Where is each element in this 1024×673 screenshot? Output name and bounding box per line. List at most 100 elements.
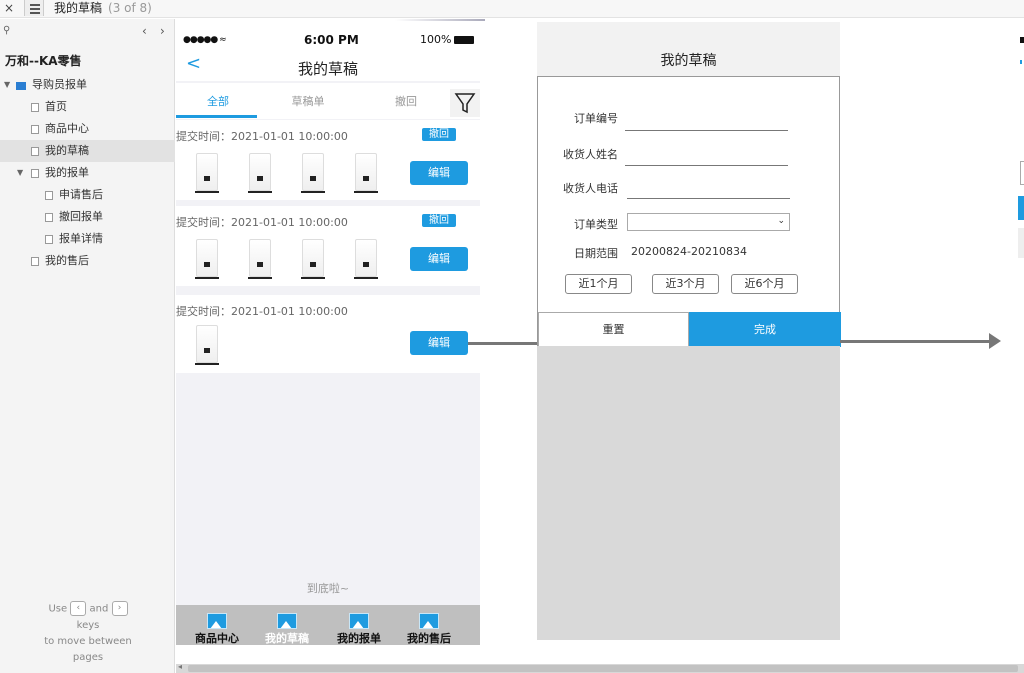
sidebar: ⚲ ‹ › 万和--KA零售 ▼ 导购员报单首页商品中心 我的草稿 ▼ 我的报单 申请售后… — [0, 19, 175, 673]
folder-icon — [16, 82, 26, 90]
filter-icon[interactable] — [450, 89, 480, 117]
arrow-head-icon — [989, 333, 1001, 349]
sidebar-item[interactable]: 商品中心 — [0, 118, 175, 140]
sidebar-item[interactable]: 撤回报单 — [0, 206, 175, 228]
sidebar-item[interactable]: 报单详情 — [0, 228, 175, 250]
screen-title: 我的草稿 — [297, 60, 358, 78]
sidebar-item[interactable]: 申请售后 — [0, 184, 175, 206]
draft-card: 提交时间：2021-01-01 10:00:00 撤回 编辑 — [176, 120, 480, 200]
tab-withdrawn[interactable]: 撤回 — [366, 93, 446, 109]
signal-icon: ●●●●● ≈ — [183, 35, 227, 45]
canvas-connector-stub — [395, 19, 485, 21]
sidebar-item[interactable]: 首页 — [0, 96, 175, 118]
page-title: 我的草稿 (3 of 8) — [54, 0, 152, 16]
edit-button[interactable]: 编辑 — [410, 247, 468, 271]
receiver-phone-field[interactable] — [627, 198, 790, 199]
next-screen-partial — [1018, 25, 1024, 640]
done-button[interactable]: 完成 — [689, 312, 841, 347]
sidebar-item-label: 首页 — [45, 100, 67, 113]
page-count: (3 of 8) — [108, 1, 152, 15]
receiver-name-label: 收货人姓名 — [563, 148, 618, 161]
document-toolbar: × 我的草稿 (3 of 8) — [0, 0, 1024, 18]
receiver-name-field[interactable] — [625, 165, 788, 166]
search-icon[interactable]: ⚲ — [3, 25, 10, 36]
page-icon — [45, 235, 53, 244]
product-thumbnail — [195, 325, 219, 365]
product-thumbnail — [248, 153, 272, 193]
bottom-tab-label: 我的报单 — [337, 632, 381, 645]
sidebar-item[interactable]: 我的草稿 — [0, 140, 175, 162]
product-thumbnail — [195, 153, 219, 193]
edit-button[interactable]: 编辑 — [410, 331, 468, 355]
submit-time: 提交时间：2021-01-01 10:00:00 — [176, 216, 348, 229]
product-thumbnail — [301, 239, 325, 279]
image-placeholder-icon — [207, 613, 227, 629]
close-icon[interactable]: × — [4, 0, 14, 16]
product-thumbnail — [195, 239, 219, 279]
expand-icon[interactable]: ▼ — [17, 162, 23, 184]
product-thumbnail — [301, 153, 325, 193]
hint-and: and — [89, 603, 109, 615]
withdrawn-badge: 撤回 — [422, 128, 456, 141]
last-6-months-button[interactable]: 近6个月 — [731, 274, 798, 294]
submit-time: 提交时间：2021-01-01 10:00:00 — [176, 305, 348, 318]
page-title-text: 我的草稿 — [54, 1, 103, 15]
bottom-tab-label: 商品中心 — [195, 632, 239, 645]
order-type-select[interactable]: ⌄ — [627, 213, 790, 231]
reset-button[interactable]: 重置 — [538, 312, 689, 347]
bottom-tab-item[interactable]: 我的草稿 — [250, 605, 324, 646]
bottom-tab-bar: 商品中心 我的草稿 我的报单 我的售后 — [176, 605, 480, 645]
chevron-down-icon: ⌄ — [777, 216, 785, 226]
sidebar-item-label: 报单详情 — [59, 232, 103, 245]
left-key-icon: ‹ — [70, 601, 87, 616]
page-icon — [31, 103, 39, 112]
page-icon — [31, 125, 39, 134]
filter-panel-screen: 我的草稿 订单编号 收货人姓名 收货人电话 订单类型 ⌄ 日期范围 202008… — [537, 22, 841, 640]
tab-bar: 全部 草稿单 撤回 — [176, 83, 480, 119]
bottom-tab-label: 我的售后 — [407, 632, 451, 645]
scroll-left-icon[interactable]: ◂ — [178, 662, 182, 671]
last-1-month-button[interactable]: 近1个月 — [565, 274, 632, 294]
tab-drafts[interactable]: 草稿单 — [268, 93, 348, 109]
scrollbar-thumb[interactable] — [188, 665, 1018, 672]
image-placeholder-icon — [419, 613, 439, 629]
next-page-icon[interactable]: › — [160, 24, 165, 38]
back-icon[interactable]: < — [186, 53, 201, 74]
partial-button — [1018, 196, 1024, 220]
partial-back-icon — [1020, 60, 1024, 64]
page-icon — [31, 169, 39, 178]
order-number-field[interactable] — [625, 130, 788, 131]
sidebar-item[interactable]: ▼ 我的报单 — [0, 162, 175, 184]
partial-row — [1018, 228, 1024, 258]
bottom-tab-item[interactable]: 我的报单 — [322, 605, 396, 646]
hint-keys: keys — [76, 619, 100, 631]
expand-icon[interactable]: ▼ — [4, 74, 10, 96]
last-3-months-button[interactable]: 近3个月 — [652, 274, 719, 294]
product-thumbnail — [354, 153, 378, 193]
battery-icon — [454, 36, 475, 44]
horizontal-scrollbar[interactable]: ◂ — [176, 662, 1024, 673]
status-time: 6:00 PM — [304, 33, 359, 47]
image-placeholder-icon — [349, 613, 369, 629]
date-range-value[interactable]: 20200824-20210834 — [631, 245, 747, 258]
bottom-tab-item[interactable]: 商品中心 — [180, 605, 254, 646]
order-number-label: 订单编号 — [574, 112, 618, 125]
battery-indicator: 100% — [420, 33, 475, 46]
end-of-list-text: 到底啦~ — [306, 582, 350, 595]
sidebar-item[interactable]: ▼ 导购员报单 — [0, 74, 175, 96]
nav-bar: 我的草稿 < — [176, 53, 480, 81]
sidebar-item[interactable]: 我的售后 — [0, 250, 175, 272]
project-name: 万和--KA零售 — [5, 54, 82, 68]
status-bar: ●●●●● ≈ 6:00 PM 100% — [176, 25, 480, 53]
previous-page-icon[interactable]: ‹ — [142, 24, 147, 38]
draft-card: 提交时间：2021-01-01 10:00:00 撤回 编辑 — [176, 206, 480, 286]
menu-icon[interactable] — [24, 0, 44, 16]
draft-card: 提交时间：2021-01-01 10:00:00 编辑 — [176, 295, 480, 373]
product-thumbnail — [354, 239, 378, 279]
receiver-phone-label: 收货人电话 — [563, 182, 618, 195]
tab-all[interactable]: 全部 — [178, 93, 258, 109]
edit-button[interactable]: 编辑 — [410, 161, 468, 185]
panel-overlay-area — [537, 346, 840, 640]
bottom-tab-item[interactable]: 我的售后 — [392, 605, 466, 646]
flow-arrow-line-2 — [840, 340, 990, 343]
